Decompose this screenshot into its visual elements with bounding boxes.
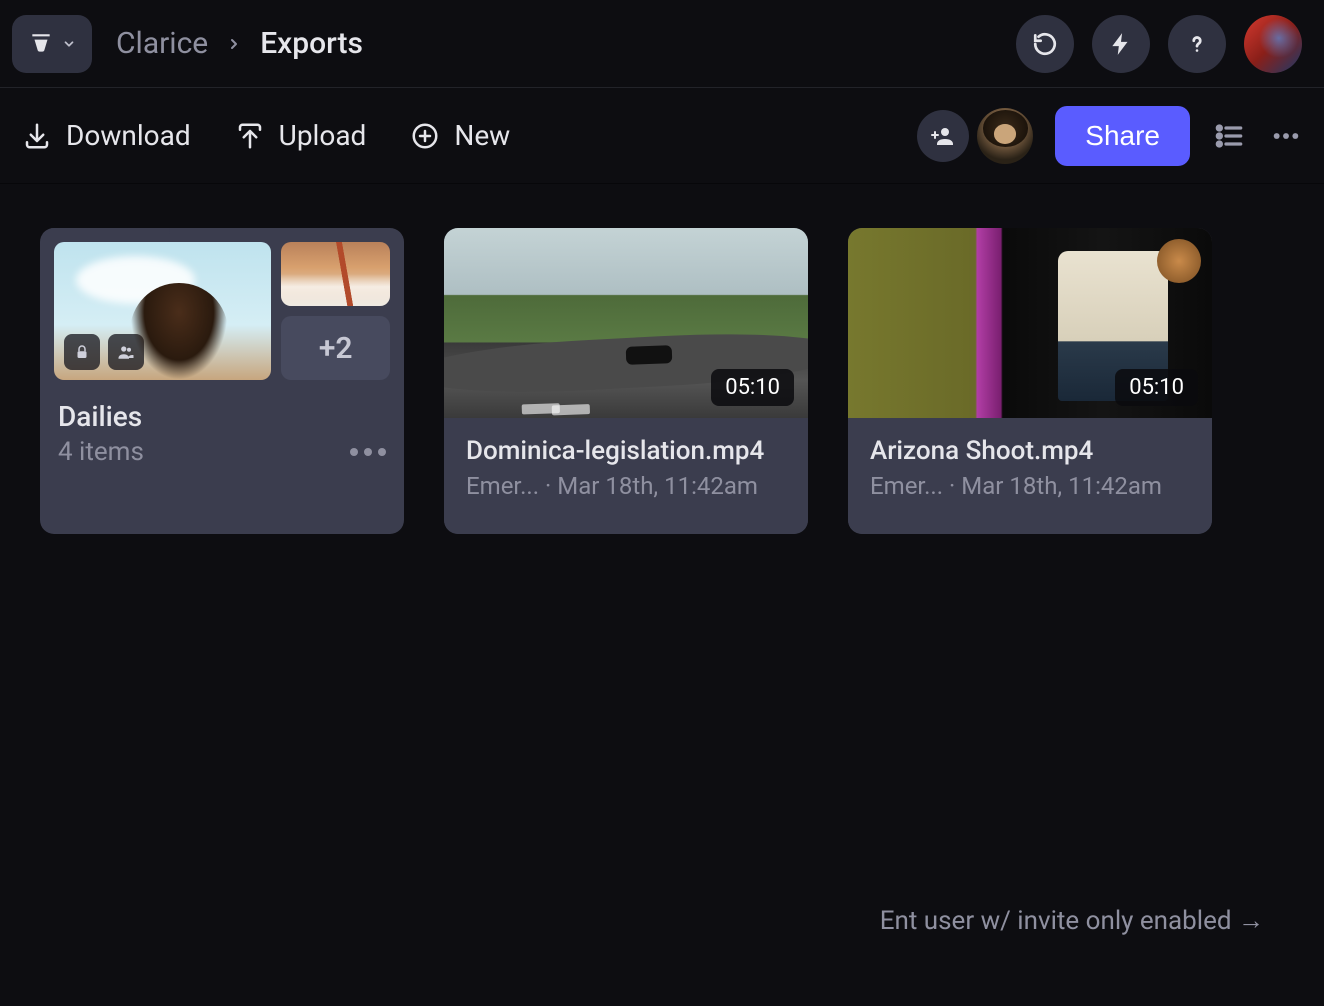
workspace-switcher[interactable] <box>12 15 92 73</box>
collaborator-avatar[interactable] <box>977 108 1033 164</box>
folder-item-count: 4 items <box>58 437 144 467</box>
new-label: New <box>454 119 510 152</box>
add-user-icon <box>931 124 955 148</box>
breadcrumb: Clarice Exports <box>116 26 363 61</box>
plus-circle-icon <box>410 121 440 151</box>
upload-button[interactable]: Upload <box>235 119 367 152</box>
transfers-button[interactable] <box>1092 15 1150 73</box>
file-title: Arizona Shoot.mp4 <box>870 436 1190 466</box>
folder-title: Dailies <box>58 400 386 433</box>
share-button[interactable]: Share <box>1055 106 1190 166</box>
refresh-icon <box>1032 31 1058 57</box>
question-icon <box>1184 31 1210 57</box>
folder-tab-decoration <box>40 228 170 234</box>
folder-thumbnail-main <box>54 242 271 380</box>
workspace-logo-icon <box>28 31 54 57</box>
add-user-button[interactable] <box>917 110 969 162</box>
download-label: Download <box>66 119 191 152</box>
top-bar: Clarice Exports <box>0 0 1324 88</box>
download-button[interactable]: Download <box>22 119 191 152</box>
file-thumbnail: 05:10 <box>848 228 1212 418</box>
duration-badge: 05:10 <box>711 369 794 406</box>
folder-card-dailies[interactable]: +2 Dailies 4 items <box>40 228 404 534</box>
file-subtitle: Emer... · Mar 18th, 11:42am <box>870 472 1190 500</box>
folder-more-button[interactable] <box>350 448 386 456</box>
download-icon <box>22 121 52 151</box>
upload-label: Upload <box>279 119 367 152</box>
list-view-toggle[interactable] <box>1214 120 1246 152</box>
shared-badge <box>108 334 144 370</box>
file-card-arizona[interactable]: 05:10 Arizona Shoot.mp4 Emer... · Mar 18… <box>848 228 1212 534</box>
duration-badge: 05:10 <box>1115 369 1198 406</box>
upload-icon <box>235 121 265 151</box>
lightning-icon <box>1108 31 1134 57</box>
file-title: Dominica-legislation.mp4 <box>466 436 786 466</box>
file-card-dominica[interactable]: 05:10 Dominica-legislation.mp4 Emer... ·… <box>444 228 808 534</box>
dots-horizontal-icon <box>1270 120 1302 152</box>
new-button[interactable]: New <box>410 119 510 152</box>
content-grid: +2 Dailies 4 items 05:10 Dominica-legisl… <box>0 184 1324 578</box>
lock-icon <box>73 343 91 361</box>
footer-hint: Ent user w/ invite only enabled → <box>880 905 1264 936</box>
people-icon <box>117 343 135 361</box>
folder-thumbnail-small <box>281 242 390 306</box>
folder-thumbnails: +2 <box>54 242 390 380</box>
list-icon <box>1214 120 1246 152</box>
user-avatar[interactable] <box>1244 15 1302 73</box>
more-options-button[interactable] <box>1270 120 1302 152</box>
chevron-down-icon <box>62 37 76 51</box>
folder-more-count: +2 <box>281 316 390 380</box>
file-thumbnail: 05:10 <box>444 228 808 418</box>
locked-badge <box>64 334 100 370</box>
breadcrumb-current: Exports <box>260 26 363 61</box>
refresh-button[interactable] <box>1016 15 1074 73</box>
breadcrumb-parent[interactable]: Clarice <box>116 26 208 61</box>
file-subtitle: Emer... · Mar 18th, 11:42am <box>466 472 786 500</box>
chevron-right-icon <box>226 36 242 52</box>
help-button[interactable] <box>1168 15 1226 73</box>
action-bar: Download Upload New Share <box>0 88 1324 184</box>
